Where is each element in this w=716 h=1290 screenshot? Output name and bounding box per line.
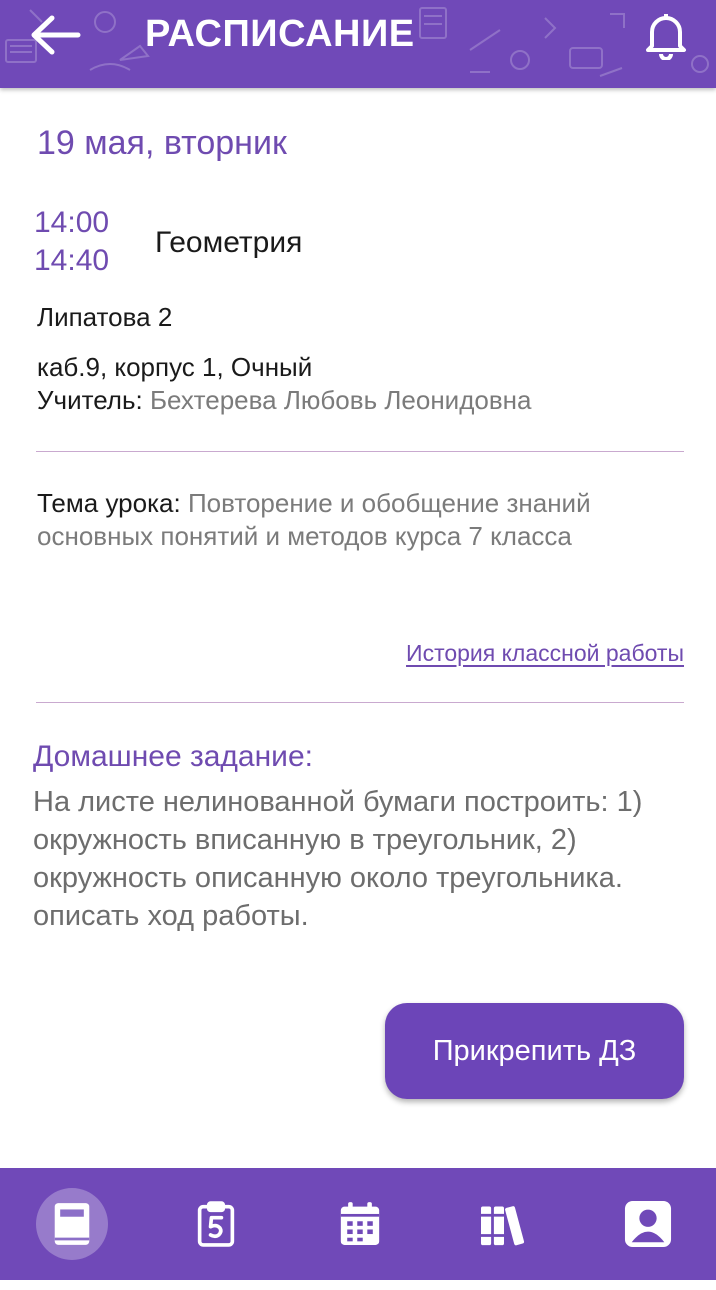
attach-homework-button[interactable]: Прикрепить ДЗ [385, 1003, 684, 1099]
lesson-topic: Тема урока: Повторение и обобщение знани… [37, 487, 687, 553]
lesson-teacher: Учитель: Бехтерева Любовь Леонидовна [37, 385, 531, 416]
back-arrow-icon[interactable] [28, 10, 84, 60]
lesson-date: 19 мая, вторник [37, 124, 287, 162]
topic-label: Тема урока: [37, 488, 181, 518]
teacher-label: Учитель: [37, 385, 143, 415]
homework-text: На листе нелинованной бумаги построить: … [33, 786, 643, 932]
homework-title: Домашнее задание: [33, 740, 313, 773]
app-header: РАСПИСАНИЕ [0, 0, 716, 88]
divider [36, 451, 684, 452]
library-books-icon [481, 1206, 525, 1246]
nav-profile[interactable] [612, 1188, 684, 1260]
page-title: РАСПИСАНИЕ [145, 13, 415, 55]
nav-schedule[interactable] [324, 1188, 396, 1260]
lesson-group: Липатова 2 [37, 302, 173, 332]
nav-library[interactable] [468, 1188, 540, 1260]
lesson-room: каб.9, корпус 1, Очный [37, 352, 313, 382]
diary-book-icon [54, 1203, 90, 1245]
bell-icon[interactable] [640, 8, 692, 61]
lesson-time-end: 14:40 [34, 244, 110, 277]
lesson-time-start: 14:00 [34, 206, 110, 239]
lesson-subject: Геометрия [155, 226, 303, 259]
class-work-history-link[interactable]: История классной работы [406, 640, 684, 667]
bottom-navigation [0, 1168, 716, 1280]
divider [36, 702, 684, 703]
calendar-icon [340, 1202, 380, 1245]
profile-icon [624, 1200, 672, 1248]
nav-diary[interactable] [36, 1188, 108, 1260]
teacher-name: Бехтерева Любовь Леонидовна [149, 385, 532, 415]
nav-grades[interactable] [180, 1188, 252, 1260]
grade-clipboard-icon [197, 1201, 235, 1247]
